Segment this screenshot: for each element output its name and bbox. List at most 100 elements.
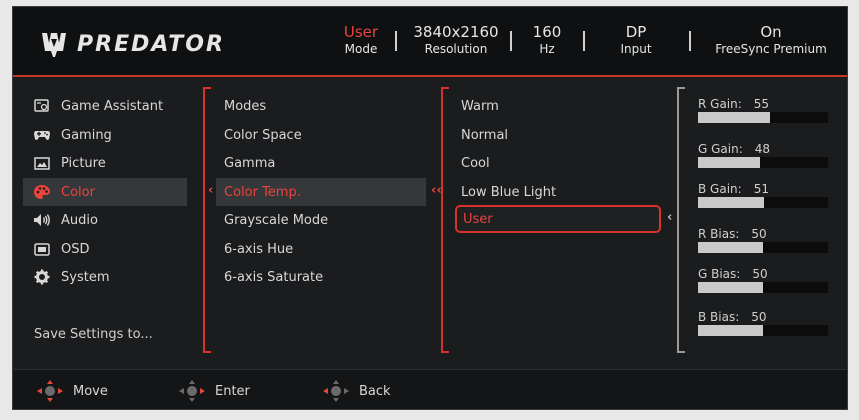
slider-label: R Gain: 55 [698, 97, 769, 111]
picture-icon [33, 155, 51, 171]
status-resolution-value: 3840x2160 [413, 23, 499, 41]
slider-track[interactable] [698, 242, 828, 253]
settings-bracket [677, 87, 685, 353]
nav-item-label: Color [61, 184, 95, 200]
chevron-left-icon: ‹ [667, 210, 673, 225]
slider-track[interactable] [698, 197, 828, 208]
status-input-value: DP [625, 23, 647, 41]
status-resolution: 3840x2160 Resolution [411, 23, 501, 57]
color-menu-item-color-temp[interactable]: Color Temp. [216, 178, 426, 206]
color-temp-option-user[interactable]: User [455, 205, 661, 233]
color-temp-option[interactable]: Cool [455, 149, 661, 177]
slider-fill [698, 197, 765, 208]
slider-name: R Bias: [698, 227, 740, 241]
color-menu-item[interactable]: 6-axis Saturate [216, 263, 426, 291]
slider-fill [698, 242, 763, 253]
status-refresh-label: Hz [539, 42, 555, 56]
slider-fill [698, 282, 763, 293]
nav-item-label: Gaming [61, 127, 112, 143]
predator-logo-icon [42, 33, 66, 57]
color-temp-option[interactable]: Low Blue Light [455, 178, 661, 206]
status-freesync-label: FreeSync Premium [715, 42, 827, 56]
color-menu-item[interactable]: 6-axis Hue [216, 235, 426, 263]
nav-item-label: Audio [61, 212, 98, 228]
status-divider [510, 31, 512, 51]
slider-label: G Gain: 48 [698, 142, 770, 156]
status-refresh-value: 160 [532, 23, 562, 41]
osd-window: PREDATOR User Mode 3840x2160 Resolution … [12, 6, 848, 410]
speaker-icon [33, 212, 51, 228]
enter-label: Enter [215, 383, 250, 399]
slider-value: 55 [753, 97, 770, 111]
footer-bar: Move Enter Back [13, 369, 847, 409]
move-label: Move [73, 383, 108, 399]
slider-track[interactable] [698, 157, 828, 168]
slider-track[interactable] [698, 112, 828, 123]
color-menu-item[interactable]: Modes [216, 92, 426, 120]
nav-item-label: Picture [61, 155, 106, 171]
slider-fill [698, 157, 761, 168]
back-label: Back [359, 383, 391, 399]
status-divider [689, 31, 691, 51]
color-temp-option[interactable]: Warm [455, 92, 661, 120]
color-menu-item[interactable]: Color Space [216, 121, 426, 149]
move-hint: Move [37, 380, 108, 402]
slider-label: B Bias: 50 [698, 310, 767, 324]
slider-name: B Bias: [698, 310, 740, 324]
chevron-left-icon: ‹ [208, 183, 214, 198]
slider-value: 50 [752, 267, 768, 281]
submenu-bracket [441, 87, 449, 353]
slider-name: G Bias: [698, 267, 741, 281]
slider-label: B Gain: 51 [698, 182, 769, 196]
status-refresh: 160 Hz [525, 23, 569, 57]
palette-icon [33, 184, 51, 200]
slider-value: 51 [753, 182, 769, 196]
slider-track[interactable] [698, 325, 828, 336]
slider-fill [698, 112, 770, 123]
color-temp-option[interactable]: Normal [455, 121, 661, 149]
slider-value: 50 [751, 310, 767, 324]
status-freesync: On FreeSync Premium [705, 23, 837, 57]
slider-value: 48 [754, 142, 771, 156]
header-accent-line [13, 75, 847, 77]
nav-item-game-assistant[interactable]: Game Assistant [23, 92, 187, 120]
slider-track[interactable] [698, 282, 828, 293]
brand-name: PREDATOR [77, 31, 225, 57]
status-resolution-label: Resolution [424, 42, 488, 56]
status-input: DP Input [611, 23, 661, 57]
status-mode-label: Mode [344, 42, 378, 56]
slider-value: 50 [751, 227, 767, 241]
slider-label: R Bias: 50 [698, 227, 767, 241]
submenu-bracket [203, 87, 211, 353]
game-assistant-icon [33, 98, 51, 114]
slider-name: R Gain: [698, 97, 742, 111]
nav-item-color[interactable]: Color [23, 178, 187, 206]
brand-logo: PREDATOR [39, 29, 225, 59]
save-settings-link[interactable]: Save Settings to... [34, 327, 153, 342]
nav-item-system[interactable]: System [23, 263, 187, 291]
nav-item-label: System [61, 269, 110, 285]
gear-icon [33, 269, 51, 285]
slider-fill [698, 325, 763, 336]
joystick-move-icon [37, 380, 63, 402]
back-hint: Back [323, 380, 391, 402]
color-menu-item[interactable]: Gamma [216, 149, 426, 177]
gamepad-icon [33, 127, 51, 143]
nav-item-picture[interactable]: Picture [23, 149, 187, 177]
color-menu-item[interactable]: Grayscale Mode [216, 206, 426, 234]
nav-item-osd[interactable]: OSD [23, 235, 187, 263]
osd-icon [33, 241, 51, 257]
status-input-label: Input [620, 42, 652, 56]
status-mode: User Mode [331, 23, 391, 57]
nav-item-label: Game Assistant [61, 98, 164, 114]
slider-label: G Bias: 50 [698, 267, 768, 281]
enter-hint: Enter [179, 380, 250, 402]
status-divider [583, 31, 585, 51]
status-mode-value: User [343, 23, 379, 41]
joystick-back-icon [323, 380, 349, 402]
status-freesync-value: On [760, 23, 782, 41]
nav-item-audio[interactable]: Audio [23, 206, 187, 234]
nav-item-label: OSD [61, 241, 90, 257]
status-divider [395, 31, 397, 51]
nav-item-gaming[interactable]: Gaming [23, 121, 187, 149]
